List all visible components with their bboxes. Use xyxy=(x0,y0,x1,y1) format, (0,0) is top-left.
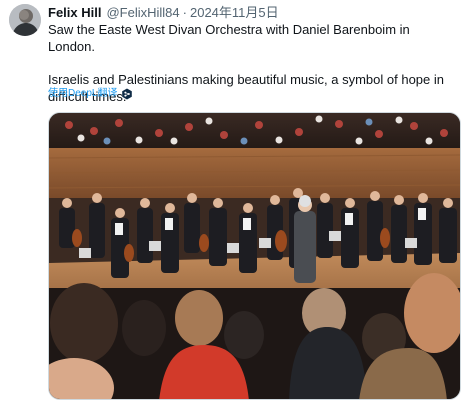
concert-photo-image xyxy=(49,113,460,399)
avatar[interactable] xyxy=(9,4,41,36)
tweet-photo[interactable] xyxy=(48,112,461,400)
translate-row: 使用DeepL翻译 xyxy=(48,87,133,100)
translate-link[interactable]: 使用DeepL翻译 xyxy=(48,87,117,100)
author-handle[interactable]: @FelixHill84 xyxy=(106,5,179,21)
header-separator: · xyxy=(182,5,187,20)
tweet-text-line: Saw the Easte West Divan Orchestra with … xyxy=(48,22,410,54)
tweet-header: Felix Hill @FelixHill84 · 2024年11月5日 xyxy=(48,5,279,21)
author-name[interactable]: Felix Hill xyxy=(48,5,101,21)
avatar-photo xyxy=(9,4,41,36)
post-date[interactable]: 2024年11月5日 xyxy=(190,5,279,21)
deepl-logo-icon[interactable] xyxy=(121,88,133,100)
